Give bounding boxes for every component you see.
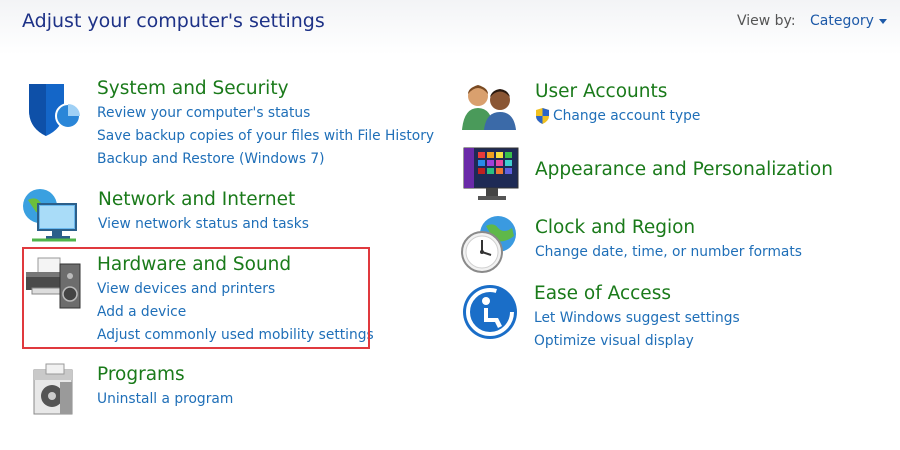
chevron-down-icon (878, 18, 887, 24)
view-by-dropdown[interactable]: Category (810, 13, 887, 29)
link-change-account-type-label: Change account type (553, 108, 701, 124)
shield-icon (24, 80, 84, 140)
link-windows-suggest[interactable]: Let Windows suggest settings (534, 307, 740, 330)
category-title-ease-of-access[interactable]: Ease of Access (534, 282, 740, 306)
link-backup-restore[interactable]: Backup and Restore (Windows 7) (97, 148, 434, 171)
network-globe-icon (22, 186, 82, 246)
link-network-status[interactable]: View network status and tasks (98, 213, 309, 236)
clock-globe-icon (460, 214, 520, 274)
view-by-label: View by: (737, 13, 796, 29)
link-optimize-display[interactable]: Optimize visual display (534, 330, 740, 353)
link-date-time-formats[interactable]: Change date, time, or number formats (535, 241, 802, 264)
monitor-palette-icon (462, 146, 522, 206)
programs-box-icon (30, 362, 90, 422)
link-uninstall-program[interactable]: Uninstall a program (97, 388, 233, 411)
page-title: Adjust your computer's settings (22, 10, 325, 32)
view-by-control: View by: Category (737, 13, 887, 29)
link-change-account-type[interactable]: Change account type (535, 105, 700, 128)
highlight-box (22, 247, 370, 349)
link-file-history[interactable]: Save backup copies of your files with Fi… (97, 125, 434, 148)
users-icon (462, 82, 522, 142)
ease-of-access-icon (462, 284, 522, 344)
category-title-programs[interactable]: Programs (97, 363, 233, 387)
view-by-value: Category (810, 13, 874, 29)
uac-shield-icon (536, 108, 549, 124)
category-title-network-internet[interactable]: Network and Internet (98, 188, 309, 212)
category-title-system-security[interactable]: System and Security (97, 77, 434, 101)
link-review-status[interactable]: Review your computer's status (97, 102, 434, 125)
category-title-clock-region[interactable]: Clock and Region (535, 216, 802, 240)
category-title-appearance[interactable]: Appearance and Personalization (535, 158, 833, 182)
category-title-user-accounts[interactable]: User Accounts (535, 80, 700, 104)
